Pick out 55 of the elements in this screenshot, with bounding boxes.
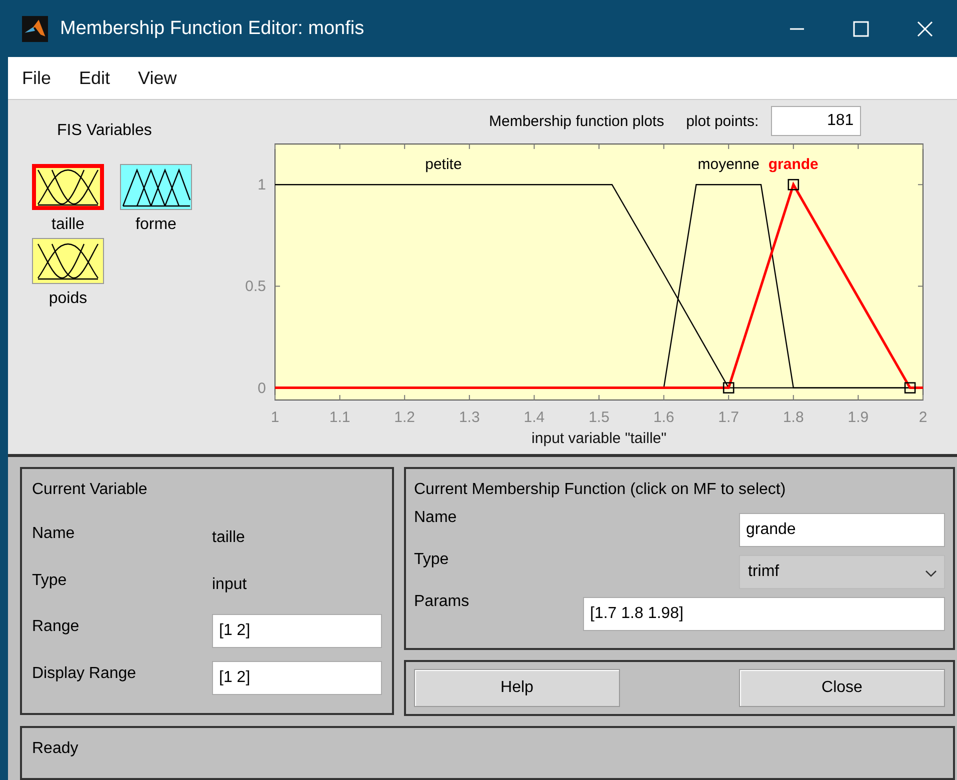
panel-title: Current Variable [32,481,148,499]
variable-label: taille [52,216,84,234]
curve-label: petite [425,156,462,173]
x-tick-label: 1 [270,409,280,426]
y-tick-label: 1 [258,176,266,194]
menu-item[interactable]: File [22,68,52,88]
x-tick-label: 1.8 [782,409,804,426]
field-label: Name [414,509,457,527]
plot-title: Membership function plots [489,112,664,130]
curves-icon[interactable] [32,164,104,210]
help-button[interactable]: Help [414,669,620,707]
app-logo-icon [22,16,48,42]
range-field[interactable]: [1 2] [212,614,382,648]
plot-points-field[interactable]: 181 [770,106,861,136]
x-tick-label: 1.1 [329,409,350,426]
close-icon[interactable] [915,18,935,38]
close-button[interactable]: Close [739,669,945,707]
field-label: Display Range [32,664,138,683]
field-label: Name [32,525,76,544]
x-tick-label: 1.4 [524,409,545,426]
x-tick-label: 1.3 [458,409,480,426]
panel-title: Current Membership Function (click on MF to select) [414,481,787,499]
status-text: Ready [32,740,78,757]
window-title: Membership Function Editor: monfis [60,18,366,40]
field-label: Type [414,551,449,569]
maximize-icon[interactable] [851,18,871,38]
section-title: FIS Variables [57,122,153,140]
plot-points-label: plot points: [686,112,759,130]
x-tick-label: 2 [918,409,928,426]
variable-label: poids [48,290,88,308]
x-tick-label: 1.5 [588,409,610,426]
curves-icon[interactable] [32,238,104,284]
name-field[interactable]: grande [739,513,945,547]
x-tick-label: 1.6 [653,409,674,426]
menu-item[interactable]: View [138,68,177,88]
y-tick-label: 0.5 [245,278,266,296]
field-label: Params [414,593,470,611]
x-axis-label: input variable "taille" [532,430,666,447]
field-value: taille [212,529,245,548]
params-field[interactable]: [1.7 1.8 1.98] [583,597,945,631]
field-value: input [212,576,247,594]
field-label: Type [32,572,68,590]
variable-label: forme [136,216,176,234]
membership-curves-drawing[interactable] [275,178,923,394]
curve-label: moyenne [698,156,760,173]
y-tick-label: 0 [258,380,266,397]
x-tick-label: 1.2 [394,409,416,426]
field-label: Range [32,618,80,636]
display-range-field[interactable]: [1 2] [212,660,382,695]
x-tick-label: 1.9 [848,409,869,426]
menu-item[interactable]: Edit [79,68,110,88]
type-dropdown[interactable]: trimf [739,555,945,589]
curve-label: grande [768,156,818,173]
triangles-icon[interactable] [120,164,192,210]
x-tick-label: 1.7 [718,409,740,426]
